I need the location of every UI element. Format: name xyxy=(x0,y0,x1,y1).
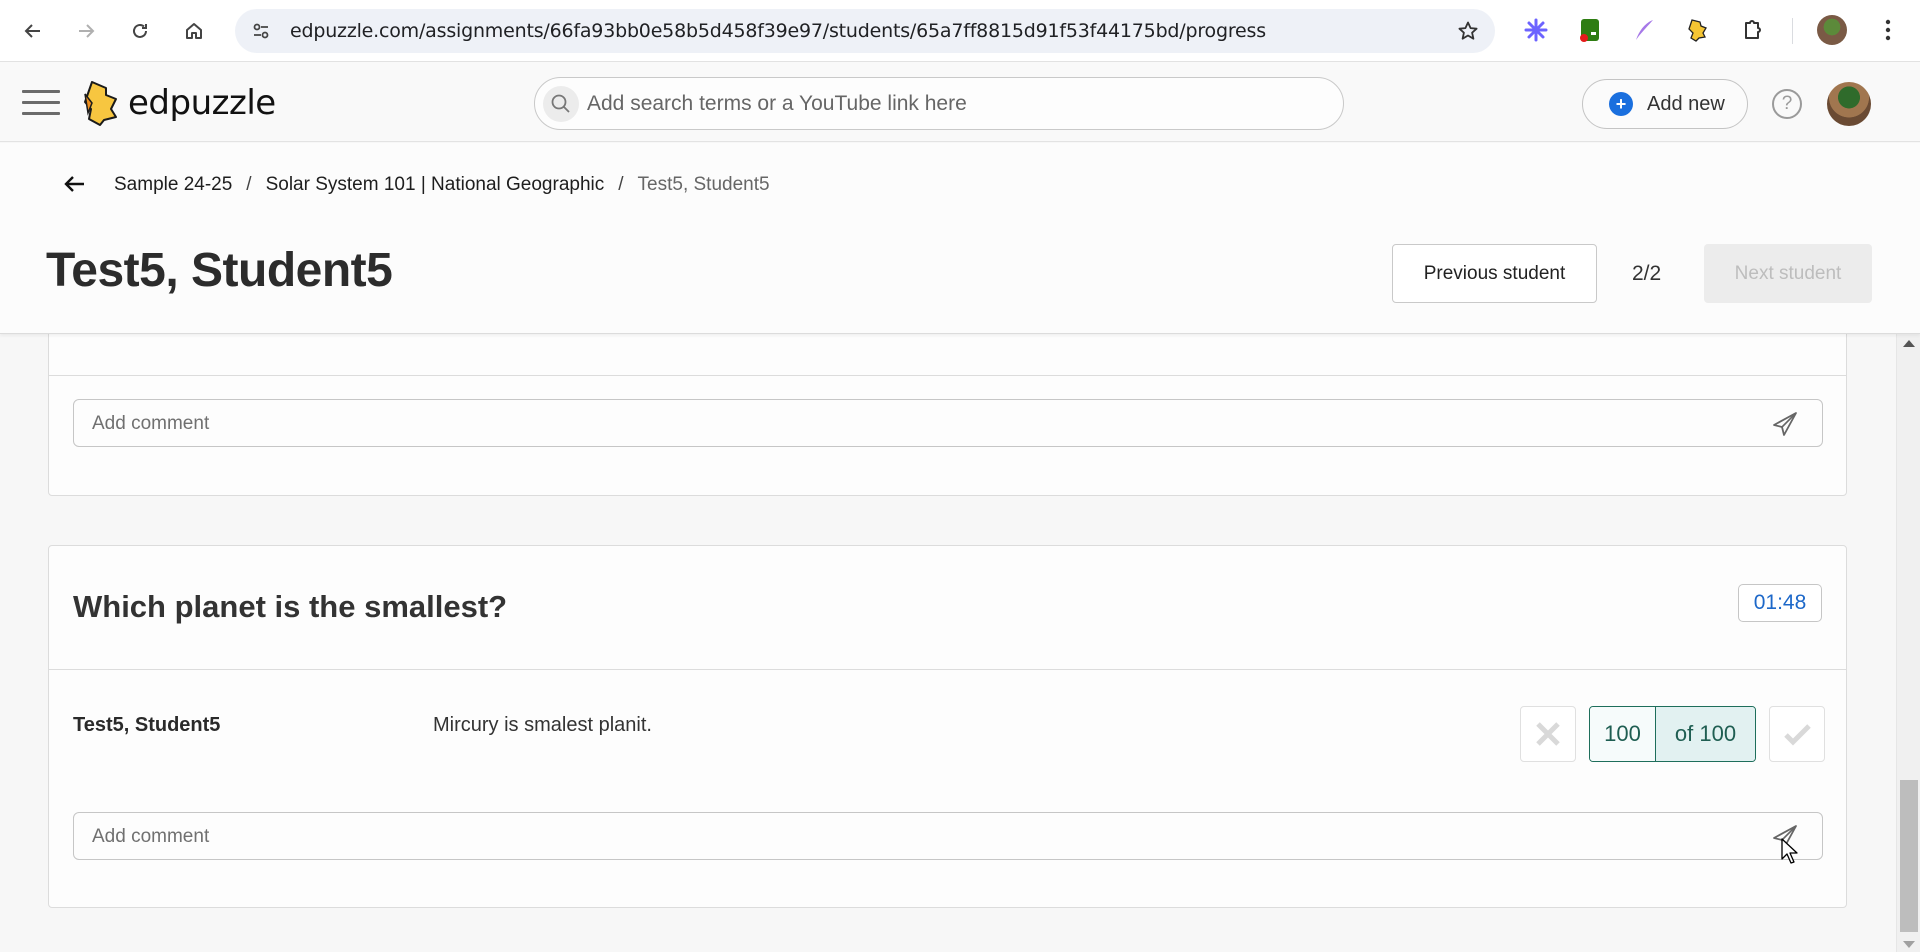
perplexity-extension-icon xyxy=(1524,18,1548,42)
browser-toolbar: edpuzzle.com/assignments/66fa93bb0e58b5d… xyxy=(0,0,1920,62)
quill-extension-icon xyxy=(1636,20,1653,40)
hamburger-icon-bar xyxy=(22,112,60,115)
student-counter: 2/2 xyxy=(1632,262,1662,285)
mark-correct-button[interactable] xyxy=(1769,706,1825,762)
question-timestamp[interactable]: 01:48 xyxy=(1738,584,1822,622)
paper-plane-icon xyxy=(1773,825,1797,849)
reload-icon xyxy=(133,23,147,38)
card-divider xyxy=(49,375,1846,376)
comment-input[interactable] xyxy=(92,825,1732,849)
search-icon-wrap xyxy=(543,86,579,122)
perplexity-extension-button[interactable] xyxy=(1521,15,1551,45)
url-text[interactable]: edpuzzle.com/assignments/66fa93bb0e58b5d… xyxy=(290,20,1266,42)
breadcrumb-separator: / xyxy=(246,174,252,195)
extensions-puzzle-icon xyxy=(1745,20,1761,39)
grade-total: of 100 xyxy=(1656,707,1755,761)
user-avatar[interactable] xyxy=(1827,82,1871,126)
search-bar[interactable] xyxy=(534,77,1344,130)
quill-extension-button[interactable] xyxy=(1629,15,1659,45)
toolbar-divider xyxy=(1792,18,1793,44)
plus-icon: + xyxy=(1609,92,1633,116)
add-new-button[interactable]: + Add new xyxy=(1582,79,1748,129)
scroll-down-arrow-icon[interactable] xyxy=(1903,941,1915,948)
grade-score[interactable]: 100 xyxy=(1590,707,1656,761)
next-student-button[interactable]: Next student xyxy=(1704,244,1872,303)
page-title: Test5, Student5 xyxy=(46,244,393,297)
green-extension-button[interactable] xyxy=(1575,15,1605,45)
breadcrumb-current: Test5, Student5 xyxy=(637,174,770,195)
breadcrumb-assignment[interactable]: Solar System 101 | National Geographic xyxy=(266,174,605,196)
question-card: Which planet is the smallest? 01:48 Test… xyxy=(48,545,1847,908)
student-header: Sample 24-25 / Solar System 101 | Nation… xyxy=(0,143,1920,334)
app-header: edpuzzle + Add new ? xyxy=(0,62,1920,142)
back-button[interactable] xyxy=(62,171,88,197)
green-extension-icon xyxy=(1580,19,1599,42)
edpuzzle-logo-icon xyxy=(84,81,117,126)
more-vertical-icon xyxy=(1885,19,1891,41)
answer-student-name: Test5, Student5 xyxy=(73,714,221,736)
tune-icon xyxy=(253,23,269,39)
progress-content: Which planet is the smallest? 01:48 Test… xyxy=(0,334,1896,952)
add-new-label: Add new xyxy=(1647,92,1725,115)
browser-forward-button[interactable] xyxy=(68,13,104,49)
arrow-left-icon xyxy=(24,24,40,38)
mark-incorrect-button[interactable] xyxy=(1520,706,1576,762)
edpuzzle-extension-icon xyxy=(1688,19,1707,42)
address-bar[interactable]: edpuzzle.com/assignments/66fa93bb0e58b5d… xyxy=(235,9,1495,53)
hamburger-icon-bar xyxy=(22,101,60,104)
answer-text: Mircury is smalest planit. xyxy=(433,714,652,736)
grade-input[interactable]: 100 of 100 xyxy=(1589,706,1756,762)
paper-plane-icon xyxy=(1773,412,1797,436)
browser-back-button[interactable] xyxy=(15,13,51,49)
breadcrumb: Sample 24-25 / Solar System 101 | Nation… xyxy=(114,174,770,196)
send-comment-button[interactable] xyxy=(1770,823,1800,851)
edpuzzle-logo[interactable]: edpuzzle xyxy=(82,79,276,127)
hamburger-icon xyxy=(22,90,60,93)
comment-box xyxy=(73,812,1823,860)
page-scrollbar[interactable] xyxy=(1896,334,1920,952)
browser-profile-avatar[interactable] xyxy=(1817,15,1847,45)
site-info-button[interactable] xyxy=(245,15,277,47)
browser-home-button[interactable] xyxy=(176,13,212,49)
send-comment-button[interactable] xyxy=(1770,410,1800,438)
browser-reload-button[interactable] xyxy=(122,13,158,49)
help-button[interactable]: ? xyxy=(1772,89,1802,119)
breadcrumb-separator: / xyxy=(618,174,624,195)
previous-student-button[interactable]: Previous student xyxy=(1392,244,1597,303)
card-divider xyxy=(49,669,1846,670)
breadcrumb-class[interactable]: Sample 24-25 xyxy=(114,174,232,196)
search-input[interactable] xyxy=(587,88,1327,120)
bookmark-button[interactable] xyxy=(1453,16,1483,46)
edpuzzle-extension-button[interactable] xyxy=(1682,15,1712,45)
scroll-up-arrow-icon[interactable] xyxy=(1903,340,1915,347)
check-icon xyxy=(1784,724,1811,746)
close-icon xyxy=(1536,722,1560,746)
arrow-left-icon xyxy=(64,176,84,192)
question-card xyxy=(48,334,1847,496)
arrow-right-icon xyxy=(79,24,95,38)
browser-menu-button[interactable] xyxy=(1873,15,1903,45)
help-icon: ? xyxy=(1781,93,1793,114)
comment-box xyxy=(73,399,1823,447)
question-title: Which planet is the smallest? xyxy=(73,589,508,624)
scrollbar-thumb[interactable] xyxy=(1900,780,1918,932)
extensions-menu-button[interactable] xyxy=(1738,15,1768,45)
brand-name: edpuzzle xyxy=(128,83,276,123)
comment-input[interactable] xyxy=(92,412,1732,436)
menu-button[interactable] xyxy=(22,90,60,116)
star-icon xyxy=(1458,21,1478,40)
home-icon xyxy=(186,23,202,39)
search-icon xyxy=(551,94,570,113)
